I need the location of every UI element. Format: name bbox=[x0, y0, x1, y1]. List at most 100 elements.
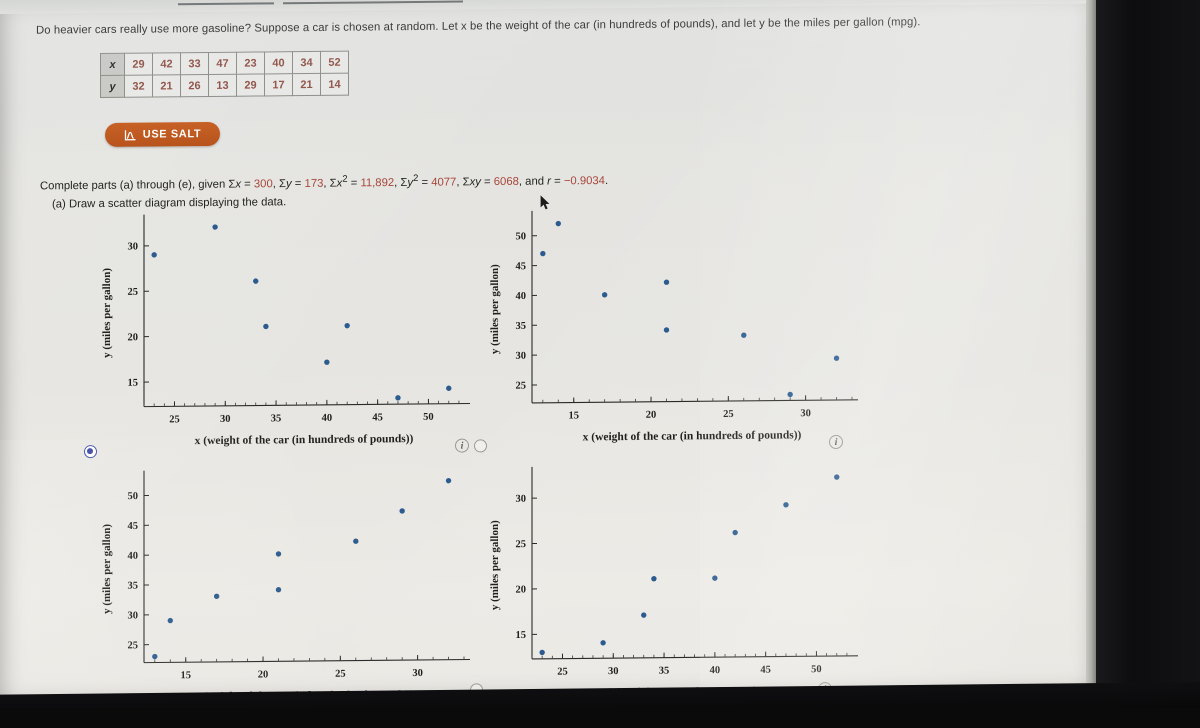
given-r: −0.9034 bbox=[563, 174, 605, 188]
data-point bbox=[663, 279, 670, 285]
y-axis-label: y (miles per gallon) bbox=[489, 520, 501, 610]
y-axis-label: y (miles per gallon) bbox=[101, 524, 113, 614]
svg-text:50: 50 bbox=[128, 491, 138, 502]
svg-text:35: 35 bbox=[659, 666, 669, 677]
svg-text:25: 25 bbox=[516, 381, 526, 392]
given-sum-x2: 11,892 bbox=[360, 176, 395, 190]
use-salt-button[interactable]: USE SALT bbox=[105, 121, 220, 147]
data-point bbox=[600, 640, 606, 646]
info-icon-top-left-plot[interactable]: i bbox=[455, 438, 469, 453]
data-point bbox=[555, 220, 561, 227]
table-cell-y-3: 13 bbox=[208, 74, 237, 97]
data-point bbox=[783, 502, 789, 508]
svg-text:20: 20 bbox=[646, 410, 656, 421]
svg-text:15: 15 bbox=[128, 378, 138, 389]
table-cell-x-6: 34 bbox=[292, 51, 321, 74]
given-sum-y: 173 bbox=[304, 177, 324, 190]
svg-text:30: 30 bbox=[128, 610, 138, 621]
scatter-option-top-right[interactable]: 15 20 25 30 25 30 35 40 45 50 x (weight of the car… bbox=[466, 202, 866, 452]
given-sum-xy: 6068 bbox=[493, 175, 519, 189]
data-point bbox=[353, 538, 359, 544]
table-cell-y-5: 17 bbox=[264, 73, 293, 96]
svg-text:30: 30 bbox=[220, 414, 230, 425]
data-point bbox=[540, 250, 546, 257]
svg-text:15: 15 bbox=[516, 630, 526, 641]
svg-text:45: 45 bbox=[128, 521, 138, 532]
scatter-option-bottom-left[interactable]: 15202530253035404550x (weight of the car… bbox=[78, 461, 478, 711]
data-point bbox=[275, 587, 282, 593]
x-axis-label: x (weight of the car (in hundreds of pou… bbox=[195, 433, 414, 447]
svg-text:25: 25 bbox=[128, 287, 138, 298]
question-prompt: Do heavier cars really use more gasoline… bbox=[36, 16, 921, 37]
svg-text:25: 25 bbox=[516, 539, 526, 550]
svg-text:30: 30 bbox=[516, 494, 526, 505]
data-point bbox=[663, 327, 670, 333]
table-cell-y-1: 21 bbox=[152, 74, 181, 98]
svg-text:25: 25 bbox=[169, 414, 179, 425]
x-axis-label: x (weight of the car (in hundreds of pou… bbox=[583, 429, 802, 443]
svg-text:30: 30 bbox=[800, 408, 810, 419]
data-point bbox=[213, 593, 220, 599]
svg-text:50: 50 bbox=[516, 231, 526, 242]
data-point bbox=[741, 332, 747, 338]
data-point bbox=[212, 224, 218, 230]
table-cell-y-6: 21 bbox=[292, 73, 321, 96]
table-cell-y-0: 32 bbox=[124, 75, 153, 98]
data-point bbox=[253, 278, 259, 284]
table-cell-x-0: 29 bbox=[124, 53, 153, 76]
data-point bbox=[601, 292, 608, 298]
svg-text:45: 45 bbox=[760, 665, 770, 676]
scatter-option-top-left[interactable]: 25 30 35 40 45 50 15 20 25 30 x (weight of the car… bbox=[78, 205, 478, 455]
given-statement: Complete parts (a) through (e), given Σx… bbox=[40, 171, 609, 193]
table-row-label-x: x bbox=[100, 53, 125, 76]
svg-text:30: 30 bbox=[516, 351, 526, 362]
browser-tab-1[interactable] bbox=[178, 2, 274, 6]
data-table: x 29 42 33 47 23 40 34 52 y 32 21 26 13 … bbox=[100, 51, 349, 98]
svg-text:40: 40 bbox=[516, 291, 526, 302]
svg-text:25: 25 bbox=[723, 409, 733, 420]
svg-text:30: 30 bbox=[412, 668, 422, 679]
svg-text:45: 45 bbox=[372, 412, 382, 423]
y-axis-label: y (miles per gallon) bbox=[489, 264, 501, 354]
svg-text:50: 50 bbox=[423, 412, 433, 423]
use-salt-label: USE SALT bbox=[142, 128, 202, 141]
svg-text:45: 45 bbox=[516, 261, 526, 272]
data-point bbox=[152, 653, 158, 660]
bezel-bottom-inner bbox=[0, 708, 1200, 728]
chart-icon bbox=[124, 128, 137, 141]
data-point bbox=[263, 323, 269, 330]
bezel-right bbox=[1096, 0, 1200, 728]
table-row-x: x 29 42 33 47 23 40 34 52 bbox=[100, 51, 349, 76]
svg-text:15: 15 bbox=[180, 670, 190, 681]
scatter-plot-svg: 15202530253035404550x (weight of the car… bbox=[489, 210, 858, 443]
svg-text:25: 25 bbox=[128, 640, 138, 651]
data-point bbox=[395, 395, 401, 401]
svg-text:30: 30 bbox=[128, 241, 138, 252]
data-point bbox=[167, 617, 173, 624]
data-point bbox=[834, 474, 840, 480]
svg-text:50: 50 bbox=[811, 664, 821, 675]
data-point bbox=[712, 575, 718, 581]
table-cell-x-2: 33 bbox=[180, 52, 209, 75]
data-point bbox=[324, 359, 330, 365]
y-axis-label: y (miles per gallon) bbox=[101, 268, 113, 358]
data-point bbox=[833, 355, 840, 361]
scatter-option-radio-top-left[interactable] bbox=[84, 445, 97, 459]
svg-text:35: 35 bbox=[128, 581, 138, 592]
scatter-option-bottom-right[interactable]: 25303540455015202530x (weight of the car… bbox=[466, 458, 866, 708]
table-row-y: y 32 21 26 13 29 17 21 14 bbox=[100, 73, 349, 98]
data-point bbox=[275, 551, 282, 557]
info-icon-top-right-plot[interactable]: i bbox=[829, 434, 843, 450]
laptop-screen-photo: Do heavier cars really use more gasoline… bbox=[0, 0, 1200, 728]
svg-text:20: 20 bbox=[516, 585, 526, 596]
data-point bbox=[399, 508, 405, 514]
svg-text:25: 25 bbox=[557, 667, 567, 678]
data-point bbox=[445, 477, 452, 484]
scatter-option-radio-top-right[interactable] bbox=[474, 439, 487, 453]
browser-tab-2[interactable] bbox=[283, 0, 463, 5]
data-point bbox=[446, 385, 452, 391]
data-point bbox=[539, 649, 545, 656]
scatter-plot-svg: 15202530253035404550x (weight of the car… bbox=[101, 470, 470, 703]
table-cell-x-1: 42 bbox=[152, 52, 181, 76]
exercise-page: Do heavier cars really use more gasoline… bbox=[0, 3, 1097, 706]
